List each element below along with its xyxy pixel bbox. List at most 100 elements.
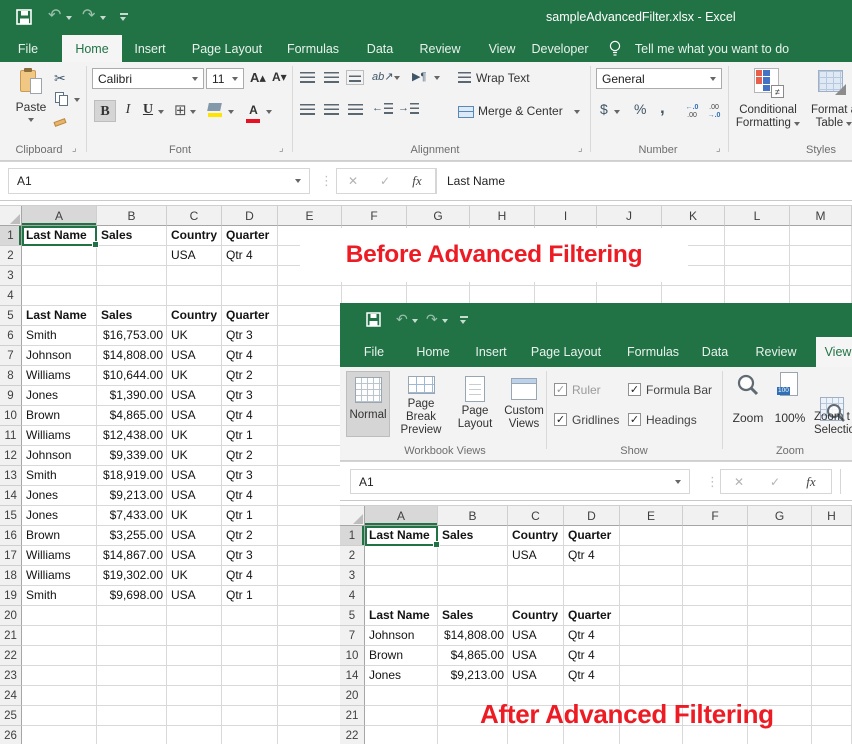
cell-C14[interactable]: USA: [508, 666, 564, 686]
cell-D13[interactable]: Qtr 3: [222, 466, 278, 486]
cell-C16[interactable]: USA: [167, 526, 222, 546]
cell-D26[interactable]: [222, 726, 278, 744]
tab-review[interactable]: Review: [409, 35, 471, 62]
row-header-18[interactable]: 18: [0, 566, 22, 586]
row-header-22[interactable]: 22: [340, 726, 365, 744]
italic-button[interactable]: I: [120, 102, 136, 118]
cell-A23[interactable]: [22, 666, 97, 686]
cell-M3[interactable]: [790, 266, 852, 286]
cell-B1[interactable]: Sales: [97, 226, 167, 246]
col-header-B[interactable]: B: [97, 206, 167, 226]
cell-B9[interactable]: $1,390.00: [97, 386, 167, 406]
cell-A14[interactable]: Jones: [22, 486, 97, 506]
cell-G14[interactable]: [748, 666, 812, 686]
cell-D5[interactable]: Quarter: [564, 606, 620, 626]
cell-E18[interactable]: [278, 566, 342, 586]
col-header-H[interactable]: H: [470, 206, 535, 226]
row-header-22[interactable]: 22: [0, 646, 22, 666]
cell-D22[interactable]: [222, 646, 278, 666]
cell-C4[interactable]: [167, 286, 222, 306]
zoom-to-selection-button[interactable]: Zoom t Selectio: [814, 411, 852, 437]
cell-E20[interactable]: [278, 606, 342, 626]
cell-B15[interactable]: $7,433.00: [97, 506, 167, 526]
cell-C17[interactable]: USA: [167, 546, 222, 566]
cell-A8[interactable]: Williams: [22, 366, 97, 386]
cell-D1[interactable]: Quarter: [564, 526, 620, 546]
cell-E3[interactable]: [620, 566, 683, 586]
decrease-indent-icon[interactable]: ←: [372, 102, 393, 114]
cell-E5[interactable]: [278, 306, 342, 326]
copy-dropdown-icon[interactable]: [74, 98, 80, 102]
cell-H21[interactable]: [812, 706, 852, 726]
cell-B10[interactable]: $4,865.00: [97, 406, 167, 426]
row-header-19[interactable]: 19: [0, 586, 22, 606]
row-header-21[interactable]: 21: [0, 626, 22, 646]
grow-font-button[interactable]: A▴: [250, 70, 266, 86]
conditional-formatting-button[interactable]: Conditional Formatting: [728, 104, 808, 130]
cell-G1[interactable]: [748, 526, 812, 546]
col-header-D[interactable]: D: [564, 506, 620, 526]
cell-E5[interactable]: [620, 606, 683, 626]
cell-C6[interactable]: UK: [167, 326, 222, 346]
zoom-100-button[interactable]: 100%: [770, 411, 810, 425]
zoom-button[interactable]: Zoom: [728, 411, 768, 425]
cell-F4[interactable]: [683, 586, 748, 606]
cell-A4[interactable]: [22, 286, 97, 306]
row-header-13[interactable]: 13: [0, 466, 22, 486]
cell-E25[interactable]: [278, 706, 342, 726]
cell-D10[interactable]: Qtr 4: [564, 646, 620, 666]
cell-B18[interactable]: $19,302.00: [97, 566, 167, 586]
cell-B12[interactable]: $9,339.00: [97, 446, 167, 466]
percent-style-icon[interactable]: %: [634, 101, 646, 117]
format-as-table-button[interactable]: Format a Table: [804, 104, 852, 130]
cell-E19[interactable]: [278, 586, 342, 606]
cell-D3[interactable]: [564, 566, 620, 586]
ruler-checkbox[interactable]: ✓: [554, 383, 567, 396]
cell-H20[interactable]: [812, 686, 852, 706]
overlay-cancel-icon[interactable]: ✕: [721, 475, 757, 489]
row-header-1[interactable]: 1: [0, 226, 22, 246]
cell-H14[interactable]: [812, 666, 852, 686]
cell-E13[interactable]: [278, 466, 342, 486]
overlay-formula-input[interactable]: [840, 469, 852, 494]
overlay-redo-dropdown-icon[interactable]: [442, 319, 448, 323]
undo-dropdown-icon[interactable]: [66, 16, 72, 20]
cell-D3[interactable]: [222, 266, 278, 286]
row-header-8[interactable]: 8: [0, 366, 22, 386]
wrap-text-button[interactable]: Wrap Text: [476, 71, 530, 85]
col-header-E[interactable]: E: [620, 506, 683, 526]
cell-D7[interactable]: Qtr 4: [222, 346, 278, 366]
row-header-10[interactable]: 10: [0, 406, 22, 426]
cell-B14[interactable]: $9,213.00: [97, 486, 167, 506]
row-header-2[interactable]: 2: [0, 246, 22, 266]
cell-A19[interactable]: Smith: [22, 586, 97, 606]
cell-C13[interactable]: USA: [167, 466, 222, 486]
overlay-tab-page-layout[interactable]: Page Layout: [524, 337, 608, 367]
cell-B11[interactable]: $12,438.00: [97, 426, 167, 446]
cell-B16[interactable]: $3,255.00: [97, 526, 167, 546]
row-header-24[interactable]: 24: [0, 686, 22, 706]
cell-B22[interactable]: [97, 646, 167, 666]
tab-insert[interactable]: Insert: [121, 35, 179, 62]
overlay-enter-icon[interactable]: ✓: [757, 475, 793, 489]
col-header-A[interactable]: A: [365, 506, 438, 526]
row-header-21[interactable]: 21: [340, 706, 365, 726]
cell-A7[interactable]: Johnson: [22, 346, 97, 366]
row-header-2[interactable]: 2: [340, 546, 365, 566]
cell-C9[interactable]: USA: [167, 386, 222, 406]
cell-A5[interactable]: Last Name: [22, 306, 97, 326]
row-header-20[interactable]: 20: [0, 606, 22, 626]
row-header-4[interactable]: 4: [0, 286, 22, 306]
decrease-decimal-icon[interactable]: .00→.0: [704, 104, 724, 119]
cell-F1[interactable]: [683, 526, 748, 546]
fill-color-dropdown-icon[interactable]: [228, 110, 234, 114]
text-direction-dropdown-icon[interactable]: [434, 76, 440, 80]
cell-F5[interactable]: [683, 606, 748, 626]
cell-C25[interactable]: [167, 706, 222, 726]
cell-D21[interactable]: [222, 626, 278, 646]
cell-F2[interactable]: [683, 546, 748, 566]
col-header-E[interactable]: E: [278, 206, 342, 226]
borders-button[interactable]: ⊞: [174, 101, 187, 119]
cell-A7[interactable]: Johnson: [365, 626, 438, 646]
cell-D8[interactable]: Qtr 2: [222, 366, 278, 386]
